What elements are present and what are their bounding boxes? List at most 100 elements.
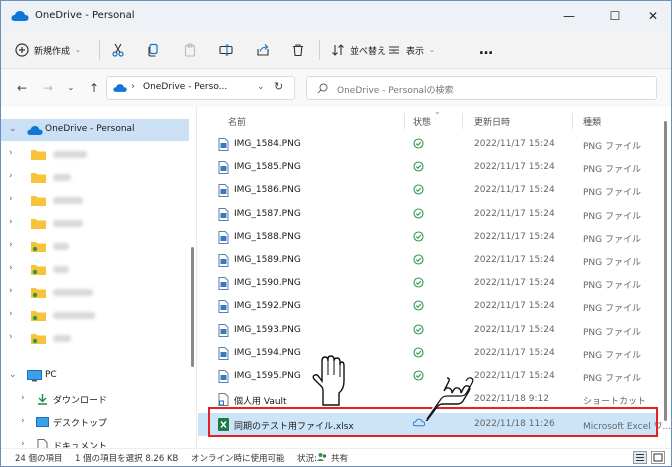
- search-input[interactable]: OneDrive - Personalの検索: [306, 76, 657, 100]
- chevron-right-icon[interactable]: ›: [21, 439, 25, 448]
- selection-info: 1 個の項目を選択 8.26 KB: [75, 454, 179, 464]
- nav-item-folder[interactable]: ›: [1, 258, 189, 280]
- view-button[interactable]: 表示 ⌄: [387, 37, 435, 63]
- image-file-icon: [218, 184, 229, 198]
- chevron-right-icon[interactable]: ›: [9, 148, 13, 158]
- file-type: ショートカット: [583, 397, 647, 408]
- file-name: IMG_1586.PNG: [234, 185, 301, 196]
- synced-check-icon: [413, 324, 424, 335]
- file-type: PNG ファイル: [583, 234, 641, 245]
- title-bar: OneDrive - Personal — ☐ ✕: [1, 1, 671, 31]
- chevron-right-icon[interactable]: ›: [9, 286, 13, 296]
- column-header-name[interactable]: 名前: [228, 115, 246, 128]
- chevron-right-icon[interactable]: ›: [21, 393, 25, 403]
- file-row[interactable]: IMG_1592.PNG 2022/11/17 15:24 PNG ファイル: [198, 295, 658, 318]
- file-row[interactable]: IMG_1585.PNG 2022/11/17 15:24 PNG ファイル: [198, 156, 658, 179]
- file-name: IMG_1589.PNG: [234, 255, 301, 265]
- copy-button[interactable]: [146, 37, 160, 63]
- back-arrow-icon[interactable]: ←: [13, 79, 31, 97]
- blurred-label: [53, 289, 93, 296]
- file-row[interactable]: IMG_1588.PNG 2022/11/17 15:24 PNG ファイル: [198, 226, 658, 249]
- chevron-down-icon: ⌄: [75, 46, 81, 54]
- chevron-right-icon[interactable]: ›: [9, 240, 13, 250]
- nav-item-label: ダウンロード: [53, 396, 108, 406]
- image-file-icon: [218, 346, 229, 360]
- chevron-right-icon[interactable]: ›: [9, 263, 13, 273]
- expanded-chevron-icon[interactable]: ⌄: [9, 370, 17, 380]
- synced-check-icon: [413, 231, 424, 242]
- recent-chevron-icon[interactable]: ⌄: [62, 79, 80, 97]
- chevron-right-icon[interactable]: ›: [9, 217, 13, 227]
- chevron-down-icon[interactable]: ⌄: [257, 82, 265, 92]
- nav-item-desktop[interactable]: › デスクトップ: [1, 411, 189, 433]
- file-row[interactable]: IMG_1587.PNG 2022/11/17 15:24 PNG ファイル: [198, 203, 658, 226]
- tiles-view-button[interactable]: [651, 451, 665, 464]
- details-view-button[interactable]: [633, 451, 647, 464]
- divider: [319, 40, 320, 60]
- maximize-button[interactable]: ☐: [595, 5, 635, 27]
- cut-button[interactable]: [111, 37, 125, 63]
- chevron-right-icon[interactable]: ›: [21, 416, 25, 426]
- nav-item-pc[interactable]: ⌄ PC: [1, 365, 189, 387]
- address-bar[interactable]: › OneDrive - Perso... ⌄: [106, 76, 295, 100]
- image-file-icon: [218, 230, 229, 244]
- view-lines-icon: [389, 46, 399, 54]
- paste-button[interactable]: [183, 37, 197, 63]
- window-title: OneDrive - Personal: [35, 10, 135, 21]
- file-row[interactable]: IMG_1589.PNG 2022/11/17 15:24 PNG ファイル: [198, 249, 658, 272]
- file-type: PNG ファイル: [583, 142, 641, 152]
- nav-item-folder[interactable]: ›: [1, 166, 189, 188]
- up-arrow-icon[interactable]: ↑: [85, 79, 103, 97]
- image-file-icon: [218, 161, 229, 175]
- minimize-button[interactable]: —: [549, 5, 589, 27]
- nav-item-folder[interactable]: ›: [1, 304, 189, 326]
- nav-item-downloads[interactable]: › ダウンロード: [1, 388, 189, 410]
- nav-item-folder[interactable]: ›: [1, 235, 189, 257]
- file-list-scrollbar[interactable]: [664, 121, 667, 421]
- navigation-scrollbar[interactable]: [191, 247, 194, 367]
- share-button[interactable]: [256, 37, 270, 63]
- search-placeholder: OneDrive - Personalの検索: [337, 86, 454, 96]
- folder-icon: [31, 219, 46, 229]
- file-row[interactable]: IMG_1586.PNG 2022/11/17 15:24 PNG ファイル: [198, 179, 658, 202]
- image-file-icon: [218, 138, 229, 151]
- nav-item-folder[interactable]: ›: [1, 143, 189, 165]
- nav-item-documents[interactable]: › ドキュメント: [1, 434, 189, 448]
- file-type: PNG ファイル: [583, 188, 641, 199]
- folder-icon: [31, 150, 46, 160]
- nav-item-folder[interactable]: ›: [1, 281, 189, 303]
- chevron-right-icon[interactable]: ›: [9, 332, 13, 342]
- nav-item-onedrive[interactable]: ⌄ OneDrive - Personal: [1, 119, 189, 141]
- refresh-icon[interactable]: ↻: [274, 80, 283, 93]
- file-row[interactable]: IMG_1593.PNG 2022/11/17 15:24 PNG ファイル: [198, 319, 658, 342]
- column-header-type[interactable]: 種類: [583, 115, 601, 128]
- rename-icon: [219, 44, 233, 56]
- synced-check-icon: [413, 347, 424, 358]
- shortcut-icon: [218, 393, 229, 407]
- nav-item-folder[interactable]: ›: [1, 189, 189, 211]
- close-button[interactable]: ✕: [633, 5, 671, 27]
- chevron-right-icon[interactable]: ›: [9, 194, 13, 204]
- file-row[interactable]: IMG_1584.PNG 2022/11/17 15:24 PNG ファイル: [198, 133, 658, 156]
- column-header-status[interactable]: 状態: [413, 115, 431, 128]
- scissors-icon: [112, 43, 124, 57]
- expanded-chevron-icon[interactable]: ⌄: [9, 124, 17, 134]
- column-divider: [462, 113, 463, 129]
- onedrive-cloud-icon: [113, 84, 127, 92]
- rename-button[interactable]: [219, 37, 233, 63]
- file-type: PNG ファイル: [583, 374, 641, 384]
- chevron-right-icon[interactable]: ›: [9, 309, 13, 319]
- file-row[interactable]: IMG_1590.PNG 2022/11/17 15:24 PNG ファイル: [198, 272, 658, 295]
- search-icon: [317, 83, 328, 94]
- nav-item-folder[interactable]: ›: [1, 212, 189, 234]
- shared-folder-icon: [31, 265, 46, 275]
- nav-item-folder[interactable]: ›: [1, 327, 189, 349]
- new-button[interactable]: 新規作成 ⌄: [15, 37, 81, 63]
- column-header-modified[interactable]: 更新日時: [474, 115, 510, 128]
- plus-circle-icon: [15, 43, 29, 57]
- more-options-button[interactable]: …: [479, 37, 493, 63]
- delete-button[interactable]: [291, 37, 305, 63]
- forward-arrow-icon[interactable]: →: [39, 79, 57, 97]
- file-row[interactable]: IMG_1594.PNG 2022/11/17 15:24 PNG ファイル: [198, 342, 658, 365]
- chevron-right-icon[interactable]: ›: [9, 171, 13, 181]
